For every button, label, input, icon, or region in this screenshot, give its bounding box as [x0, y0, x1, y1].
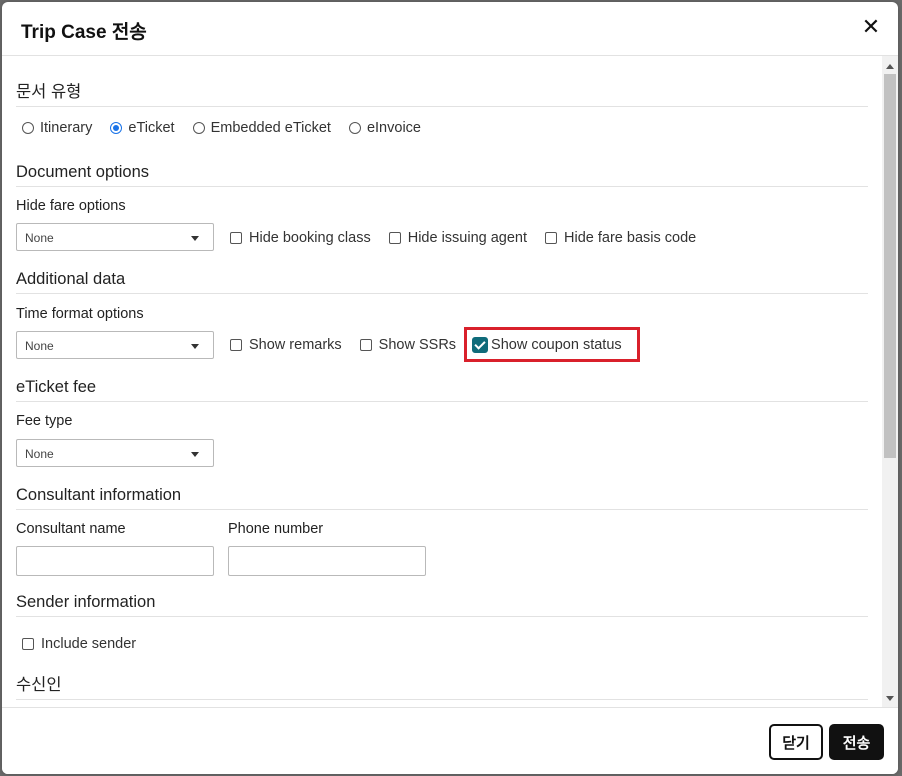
vertical-scrollbar[interactable]: [882, 56, 898, 707]
document-type-radio-group: Itinerary eTicket Embedded eTicket eInvo…: [22, 120, 439, 136]
hide-fare-select[interactable]: None: [16, 223, 214, 251]
close-button[interactable]: 닫기: [769, 724, 823, 760]
checkbox-hide-fare-basis-code[interactable]: Hide fare basis code: [545, 230, 696, 246]
checkbox-hide-booking-class[interactable]: Hide booking class: [230, 230, 371, 246]
consultant-name-input[interactable]: [16, 546, 214, 576]
send-button[interactable]: 전송: [829, 724, 884, 760]
section-consultant: Consultant information: [16, 486, 868, 510]
checkbox-label: Hide fare basis code: [564, 230, 697, 246]
checkbox-label: Hide booking class: [249, 230, 371, 246]
radio-einvoice[interactable]: eInvoice: [348, 120, 421, 136]
sender-checkbox-row: Include sender: [22, 636, 154, 652]
radio-circle-icon[interactable]: [348, 122, 361, 134]
radio-embedded-eticket[interactable]: Embedded eTicket: [192, 120, 331, 136]
radio-circle-icon[interactable]: [192, 122, 205, 134]
select-value: None: [25, 447, 54, 461]
checkbox-icon[interactable]: [359, 339, 372, 351]
checkbox-label: Include sender: [41, 636, 137, 652]
checkbox-show-remarks[interactable]: Show remarks: [230, 337, 342, 353]
radio-label: eTicket: [128, 120, 175, 136]
checkbox-show-ssrs[interactable]: Show SSRs: [359, 337, 457, 353]
consultant-name-label: Consultant name: [16, 521, 126, 537]
checkbox-icon[interactable]: [388, 232, 401, 244]
select-value: None: [25, 231, 54, 245]
checkbox-hide-issuing-agent[interactable]: Hide issuing agent: [388, 230, 528, 246]
caret-down-icon: [191, 236, 199, 241]
time-format-select[interactable]: None: [16, 331, 214, 359]
trip-case-dialog: Trip Case 전송 ✕ 문서 유형 Itinerary eTicket E…: [2, 2, 898, 774]
checkbox-icon[interactable]: [22, 638, 34, 650]
time-format-label: Time format options: [16, 306, 144, 322]
checkbox-icon[interactable]: [230, 339, 242, 351]
fee-type-label: Fee type: [16, 413, 73, 429]
caret-down-icon: [191, 452, 199, 457]
radio-label: eInvoice: [366, 120, 421, 136]
dialog-title: Trip Case 전송: [21, 22, 147, 43]
checkbox-label: Hide issuing agent: [407, 230, 528, 246]
radio-itinerary[interactable]: Itinerary: [22, 120, 92, 136]
section-document-type: 문서 유형: [16, 78, 868, 107]
checkbox-label: Show remarks: [249, 337, 342, 353]
select-value: None: [25, 339, 54, 353]
dialog-header: Trip Case 전송 ✕: [2, 2, 898, 56]
section-eticket-fee: eTicket fee: [16, 378, 868, 402]
section-sender: Sender information: [16, 593, 868, 617]
checkbox-icon[interactable]: [545, 232, 558, 244]
scrollbar-thumb[interactable]: [884, 74, 896, 458]
section-document-options: Document options: [16, 163, 868, 187]
checkbox-icon[interactable]: [230, 232, 242, 244]
dialog-footer: 닫기 전송: [2, 707, 898, 774]
radio-circle-icon[interactable]: [22, 122, 34, 134]
checkbox-include-sender[interactable]: Include sender: [22, 636, 136, 652]
radio-label: Embedded eTicket: [210, 120, 331, 136]
phone-number-input[interactable]: [228, 546, 426, 576]
close-icon[interactable]: ✕: [858, 14, 884, 40]
highlight-box: [464, 327, 640, 362]
phone-number-label: Phone number: [228, 521, 324, 537]
radio-eticket[interactable]: eTicket: [110, 120, 175, 136]
fee-type-select[interactable]: None: [16, 439, 214, 467]
document-options-checkboxes: Hide booking class Hide issuing agent Hi…: [230, 230, 714, 246]
section-recipient: 수신인: [16, 671, 868, 700]
checkbox-label: Show SSRs: [378, 337, 457, 353]
section-additional-data: Additional data: [16, 270, 868, 294]
scroll-up-arrow-icon[interactable]: [886, 64, 894, 69]
dialog-body: 문서 유형 Itinerary eTicket Embedded eTicket…: [2, 56, 898, 707]
radio-label: Itinerary: [40, 120, 93, 136]
radio-checked-icon[interactable]: [110, 122, 123, 134]
scroll-down-arrow-icon[interactable]: [886, 696, 894, 701]
caret-down-icon: [191, 344, 199, 349]
hide-fare-label: Hide fare options: [16, 198, 126, 214]
